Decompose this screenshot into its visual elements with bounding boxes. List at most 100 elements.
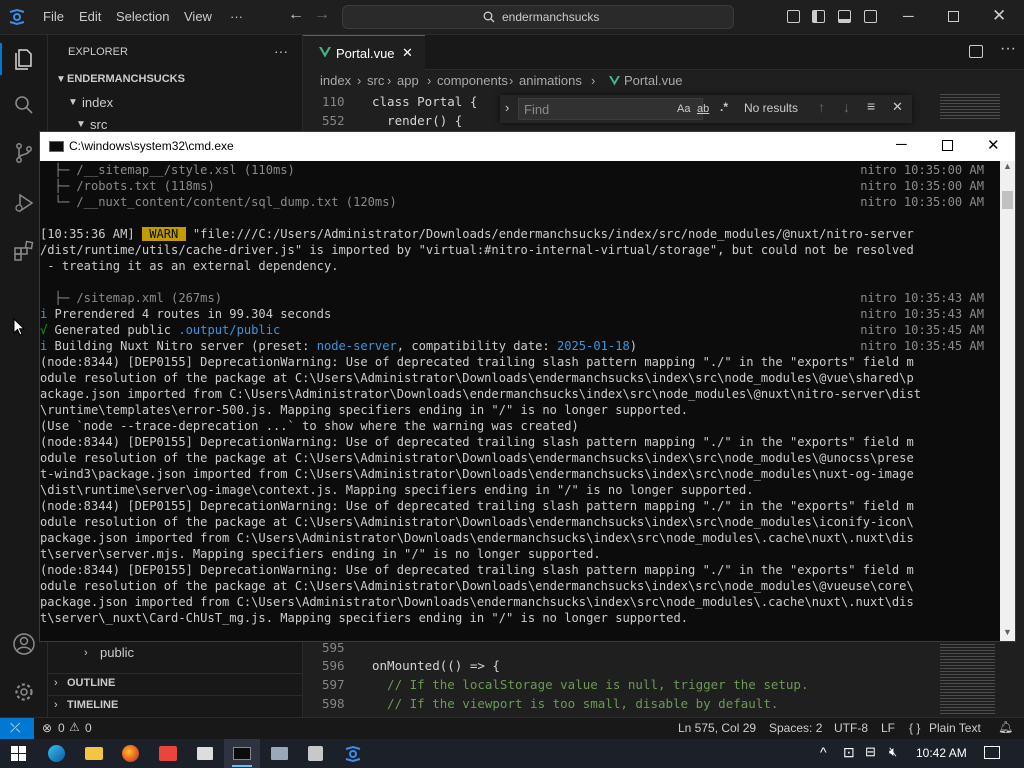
chevron-up-icon[interactable]: ^ [820, 744, 827, 760]
toggle-replace-icon[interactable]: › [505, 100, 509, 115]
active-indicator [0, 43, 2, 75]
app-icon[interactable] [308, 746, 323, 761]
next-match-icon[interactable]: ↓ [843, 99, 850, 115]
scroll-down-icon[interactable]: ▼ [1003, 627, 1012, 637]
find-in-selection-icon[interactable]: ≡ [867, 98, 875, 114]
vue-file-icon [319, 47, 331, 58]
folder-src[interactable]: src [90, 117, 107, 132]
chevron-right-icon[interactable]: › [54, 677, 58, 689]
tray-app-icon[interactable]: ⊡ [843, 744, 855, 761]
cursor-position[interactable]: Ln 575, Col 29 [678, 721, 756, 735]
line-ending[interactable]: LF [881, 721, 895, 735]
chevron-down-icon[interactable]: ▼ [68, 97, 78, 108]
indentation[interactable]: Spaces: 2 [769, 721, 822, 735]
scroll-up-icon[interactable]: ▲ [1003, 161, 1012, 171]
run-debug-icon[interactable] [12, 191, 36, 215]
regex-icon[interactable]: .* [720, 100, 728, 114]
minimap[interactable] [932, 92, 1012, 122]
cmd-titlebar[interactable]: C:\windows\system32\cmd.exe ─ ✕ [40, 132, 1015, 161]
match-case-icon[interactable]: Aa [677, 103, 690, 115]
console-text: "file:///C:/Users/Administrator/Download… [185, 227, 914, 241]
back-arrow-icon[interactable]: ← [288, 6, 304, 24]
explorer-more-icon[interactable]: ··· [274, 43, 288, 59]
mail-app-icon[interactable] [159, 746, 177, 761]
minimize-icon[interactable]: ─ [903, 8, 914, 25]
breadcrumb-app[interactable]: app [397, 73, 419, 88]
encoding[interactable]: UTF-8 [834, 721, 868, 735]
edge-icon[interactable] [48, 745, 65, 762]
notification-center-icon[interactable] [984, 746, 1000, 759]
match-whole-word-icon[interactable]: ab [697, 103, 709, 115]
close-icon[interactable]: ✕ [992, 6, 1006, 26]
language-mode[interactable]: Plain Text [929, 721, 981, 735]
source-control-icon[interactable] [12, 141, 36, 165]
cmd-scrollbar[interactable]: ▲ ▼ [1000, 161, 1015, 641]
console-line: (Use `node --trace-deprecation ...` to s… [40, 418, 579, 434]
folder-index[interactable]: index [82, 95, 113, 110]
error-count[interactable]: 0 [58, 721, 65, 735]
breadcrumb-src[interactable]: src [367, 73, 384, 88]
chevron-right-icon[interactable]: › [84, 647, 88, 659]
forward-arrow-icon[interactable]: → [314, 6, 330, 24]
close-icon[interactable]: ✕ [987, 136, 1000, 154]
tab-close-icon[interactable]: ✕ [402, 45, 413, 61]
tab-portal-vue[interactable]: Portal.vue ✕ [303, 35, 425, 70]
timeline-section[interactable]: TIMELINE [67, 699, 118, 711]
split-editor-icon[interactable] [969, 45, 983, 58]
extensions-icon[interactable] [12, 239, 36, 263]
console-line: odule resolution of the package at C:\Us… [40, 450, 914, 466]
previous-match-icon[interactable]: ↑ [818, 99, 825, 115]
language-mode-icon[interactable]: { } [909, 721, 920, 735]
vscode-taskbar-icon[interactable] [344, 745, 362, 763]
breadcrumb-components[interactable]: components [437, 73, 508, 88]
warning-count[interactable]: 0 [85, 721, 92, 735]
chevron-down-icon[interactable]: ▼ [56, 74, 66, 85]
file-explorer-icon[interactable] [85, 747, 103, 760]
firefox-icon[interactable] [122, 745, 139, 762]
warning-icon[interactable]: ⚠ [69, 720, 80, 734]
chevron-right-icon[interactable]: › [54, 699, 58, 711]
volume-muted-icon[interactable]: 🔇︎ [889, 744, 897, 760]
command-center-search[interactable]: endermanchsucks [342, 5, 734, 29]
find-input[interactable]: Find Aa ab [518, 98, 709, 120]
notifications-bell-icon[interactable]: 🔔︎ [998, 720, 1013, 734]
customize-layout-icon[interactable] [787, 10, 800, 23]
minimize-icon[interactable]: ─ [896, 136, 907, 153]
console-text: ├─ /robots.txt (118ms) [40, 179, 215, 193]
toggle-panel-icon[interactable] [838, 10, 851, 23]
scrollbar-thumb[interactable] [1002, 191, 1013, 209]
maximize-icon[interactable] [948, 11, 959, 22]
menu-view[interactable]: View [184, 9, 212, 24]
breadcrumb-file[interactable]: Portal.vue [624, 73, 683, 88]
maximize-icon[interactable] [942, 140, 953, 151]
search-view-icon[interactable] [12, 93, 36, 117]
minimap[interactable] [932, 642, 1012, 717]
manage-gear-icon[interactable] [12, 680, 36, 704]
workspace-root[interactable]: ENDERMANCHSUCKS [67, 73, 185, 85]
toggle-primary-sidebar-icon[interactable] [812, 10, 825, 23]
outline-section[interactable]: OUTLINE [67, 677, 115, 689]
error-icon[interactable]: ⊗ [42, 721, 52, 735]
explorer-icon[interactable] [12, 47, 36, 71]
menu-more[interactable]: ··· [230, 9, 243, 24]
menu-selection[interactable]: Selection [116, 9, 169, 24]
cmd-console-output[interactable]: ├─ /__sitemap__/style.xsl (110ms) nitro 1… [40, 161, 1000, 641]
clock[interactable]: 10:42 AM [916, 746, 967, 760]
console-line: \dist\runtime\server\og-image\context.js… [40, 482, 754, 498]
media-app-icon[interactable] [197, 747, 213, 760]
toggle-secondary-sidebar-icon[interactable] [864, 10, 877, 23]
cmd-taskbar-active[interactable] [224, 739, 260, 768]
breadcrumb-index[interactable]: index [320, 73, 351, 88]
network-icon[interactable]: ⊟ [865, 744, 876, 760]
remote-indicator[interactable]: ⤫ [0, 718, 34, 739]
menu-file[interactable]: File [43, 9, 64, 24]
close-find-icon[interactable]: ✕ [892, 99, 903, 115]
breadcrumb-animations[interactable]: animations [519, 73, 582, 88]
more-actions-icon[interactable]: ··· [1000, 40, 1016, 58]
chevron-down-icon[interactable]: ▼ [76, 119, 86, 130]
folder-public[interactable]: public [100, 645, 134, 660]
network-app-icon[interactable] [271, 747, 288, 760]
menu-edit[interactable]: Edit [79, 9, 101, 24]
accounts-icon[interactable] [12, 632, 36, 656]
windows-start-icon[interactable] [11, 746, 26, 761]
